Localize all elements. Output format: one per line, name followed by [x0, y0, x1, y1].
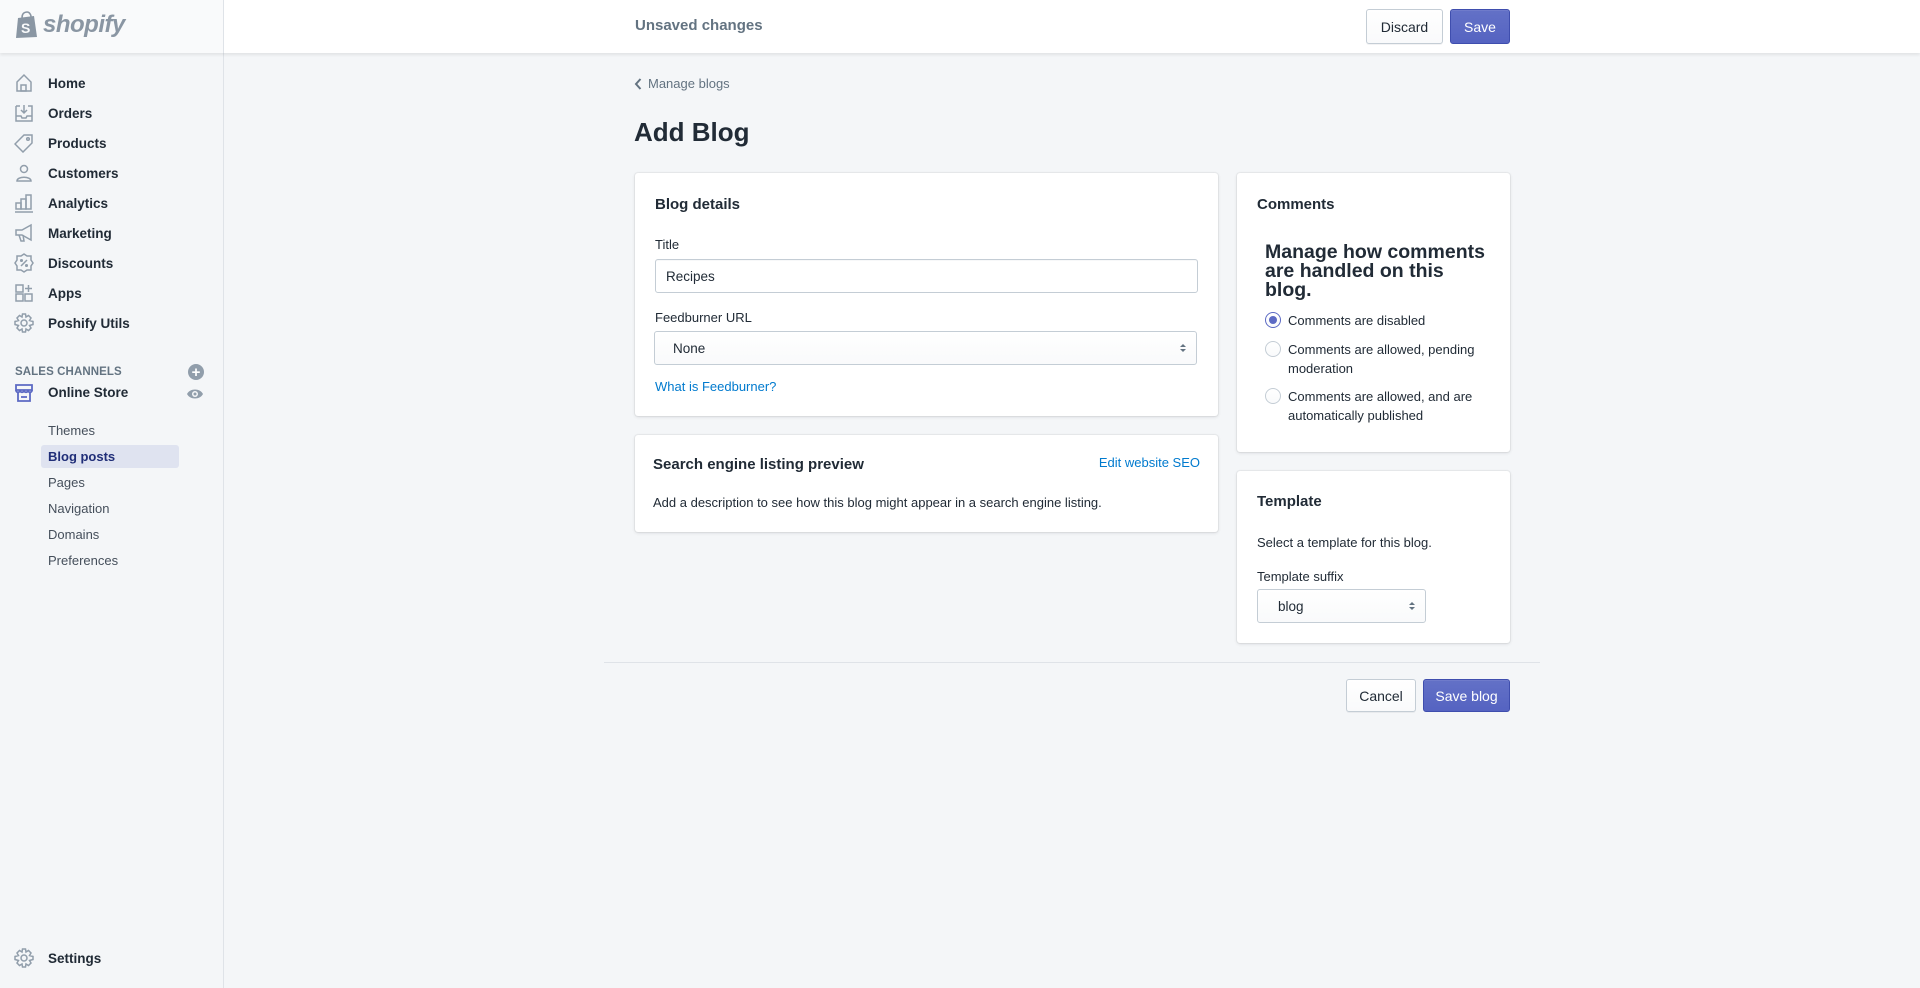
sidebar: Home Orders Products Customers Analytics… [0, 53, 224, 988]
sidebar-item-label: Analytics [48, 195, 109, 211]
chevron-left-icon [634, 77, 642, 90]
unsaved-changes-status: Unsaved changes [635, 17, 763, 34]
template-title: Template [1257, 493, 1322, 510]
store-icon [14, 383, 34, 406]
radio-comments-pending-moderation[interactable]: Comments are allowed, pending moderation [1265, 340, 1488, 378]
settings-gear-icon [14, 948, 34, 968]
sidebar-item-marketing[interactable]: Marketing [0, 219, 224, 247]
radio-label: Comments are allowed, and are automatica… [1288, 389, 1473, 423]
megaphone-icon [14, 223, 34, 243]
template-card: Template Select a template for this blog… [1237, 471, 1510, 643]
home-icon [14, 73, 34, 93]
comments-heading: Manage how comments are handled on this … [1265, 241, 1485, 301]
bar-chart-icon [14, 193, 34, 213]
template-description: Select a template for this blog. [1257, 535, 1432, 550]
eye-icon[interactable] [186, 387, 204, 404]
svg-text:S: S [21, 20, 30, 36]
discard-button[interactable]: Discard [1366, 9, 1443, 44]
radio-button-checked[interactable] [1265, 312, 1281, 328]
radio-button[interactable] [1265, 388, 1281, 404]
radio-comments-auto-published[interactable]: Comments are allowed, and are automatica… [1265, 387, 1488, 425]
seo-preview-card: Search engine listing preview Edit websi… [635, 435, 1218, 532]
sidebar-item-label: Customers [48, 165, 119, 181]
feedburner-field-label: Feedburner URL [655, 310, 752, 325]
breadcrumb-manage-blogs[interactable]: Manage blogs [634, 76, 730, 91]
sidebar-item-label: Products [48, 135, 107, 151]
comments-card: Comments Manage how comments are handled… [1237, 173, 1510, 452]
sidebar-item-label: Apps [48, 285, 82, 301]
sidebar-item-label: Orders [48, 105, 93, 121]
brand-name: shopify [43, 11, 125, 38]
sidebar-item-discounts[interactable]: Discounts [0, 249, 224, 277]
seo-description: Add a description to see how this blog m… [653, 495, 1102, 510]
edit-website-seo-link[interactable]: Edit website SEO [1099, 455, 1200, 470]
sidebar-item-products[interactable]: Products [0, 129, 224, 157]
sidebar-subitem-blog-posts[interactable]: Blog posts [41, 445, 179, 468]
sidebar-item-home[interactable]: Home [0, 69, 224, 97]
sidebar-item-label: Discounts [48, 255, 114, 271]
save-button[interactable]: Save [1450, 9, 1510, 44]
sidebar-item-label: Home [48, 75, 86, 91]
title-field-label: Title [655, 237, 680, 252]
top-bar: S shopify Unsaved changes Discard Save [0, 0, 1920, 53]
shopify-logo[interactable]: S shopify [14, 11, 125, 39]
feedburner-url-select[interactable]: None [654, 331, 1197, 365]
select-caret-icon [1409, 602, 1415, 610]
page-title: Add Blog [634, 117, 750, 147]
sidebar-subitem-pages[interactable]: Pages [41, 471, 179, 494]
sidebar-item-label: Marketing [48, 225, 112, 241]
blog-details-card: Blog details Title Feedburner URL None W… [635, 173, 1218, 416]
radio-comments-disabled[interactable]: Comments are disabled [1265, 311, 1488, 330]
comments-title: Comments [1257, 196, 1335, 213]
title-input[interactable] [655, 259, 1198, 293]
breadcrumb-label: Manage blogs [648, 76, 730, 91]
online-store-label: Online Store [48, 385, 129, 400]
sidebar-subitem-themes[interactable]: Themes [41, 419, 179, 442]
sidebar-item-settings[interactable]: Settings [0, 944, 224, 972]
sales-channels-title: SALES CHANNELS [15, 366, 122, 378]
logo-area: S shopify [0, 0, 224, 53]
sidebar-item-orders[interactable]: Orders [0, 99, 224, 127]
sidebar-item-online-store[interactable]: Online Store [0, 379, 224, 407]
radio-label: Comments are disabled [1288, 313, 1426, 328]
select-caret-icon [1180, 344, 1186, 352]
blog-details-title: Blog details [655, 196, 741, 213]
sidebar-item-label: Settings [48, 950, 102, 966]
sidebar-subitem-navigation[interactable]: Navigation [41, 497, 179, 520]
radio-label: Comments are allowed, pending moderation [1288, 342, 1475, 376]
sidebar-item-analytics[interactable]: Analytics [0, 189, 224, 217]
what-is-feedburner-link[interactable]: What is Feedburner? [655, 379, 776, 394]
orders-icon [14, 103, 34, 123]
radio-button[interactable] [1265, 341, 1281, 357]
footer-divider [604, 662, 1540, 663]
sidebar-item-customers[interactable]: Customers [0, 159, 224, 187]
tag-icon [14, 133, 34, 153]
sidebar-item-apps[interactable]: Apps [0, 279, 224, 307]
sidebar-subitem-domains[interactable]: Domains [41, 523, 179, 546]
plus-icon: + [191, 363, 201, 381]
cancel-button[interactable]: Cancel [1346, 679, 1416, 712]
gear-icon [14, 313, 34, 333]
sidebar-subitem-preferences[interactable]: Preferences [41, 549, 179, 572]
seo-preview-title: Search engine listing preview [653, 456, 864, 473]
sidebar-item-label: Poshify Utils [48, 315, 130, 331]
add-sales-channel-button[interactable]: + [188, 364, 204, 380]
template-suffix-value: blog [1278, 598, 1304, 614]
apps-icon [14, 283, 34, 303]
person-icon [14, 163, 34, 183]
sidebar-item-poshify-utils[interactable]: Poshify Utils [0, 309, 224, 337]
shopify-bag-icon: S [16, 11, 37, 38]
template-suffix-select[interactable]: blog [1257, 589, 1426, 623]
save-blog-button[interactable]: Save blog [1423, 679, 1510, 712]
template-suffix-label: Template suffix [1257, 569, 1344, 584]
discount-icon [14, 253, 34, 273]
feedburner-selected-value: None [673, 340, 706, 356]
